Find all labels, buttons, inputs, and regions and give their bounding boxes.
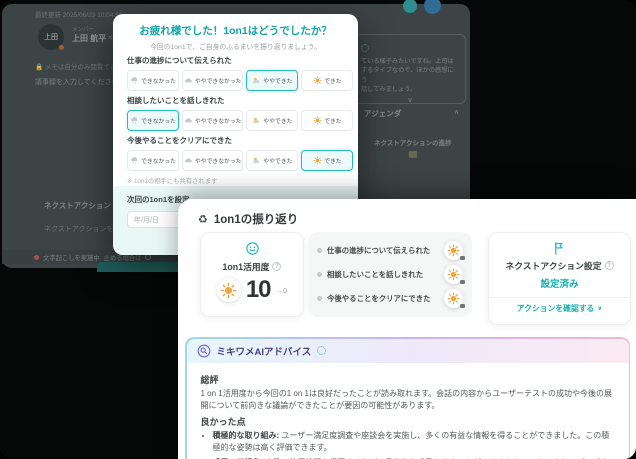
member-name: 上田 航平 [72,33,106,44]
option-dekinakatta[interactable]: できなかった [127,110,179,131]
option-yaya-dekita[interactable]: ややできた [246,70,298,91]
score-delta: →0 [276,286,288,295]
next-action-title: ネクストアクション設定 [505,259,601,272]
member-avatar: 上田 [38,24,64,50]
last-updated-text: 最終更新 2025/06/23 10:04:56 [35,9,122,19]
survey-question-1: 仕事の進捗について伝えられた できなかった ややできなかった ややできた できた [127,55,344,91]
screenshot-canvas: 最終更新 2025/06/23 10:04:56 上田 メンバー 上田 航平 ×… [0,0,636,459]
sun-icon [313,116,322,125]
ai-summary-heading: 総評 [201,373,615,386]
chevron-down-icon[interactable]: ∨ [361,96,459,104]
mikiwame-logo-icon [197,344,211,358]
sun-icon [313,156,322,165]
end-1on1-button[interactable] [97,262,189,272]
option-dekinakatta[interactable]: できなかった [127,70,179,91]
agenda-section-label: アジェンダ [364,108,401,119]
sun-cloud-icon [252,76,261,85]
checklist-row: 相談したいことを話しきれた [317,265,463,284]
score-value: 10 [246,276,271,304]
survey-subtitle: 今回の1on1で、ご自身のふるまいを振り返りましょう。 [113,41,358,51]
option-yaya-dekinakatta[interactable]: ややできなかった [182,150,243,171]
delta-badge [460,280,465,284]
flag-icon [552,241,567,256]
ai-summary-text: 1 on 1活用度から今回の1 on 1は良好だったことが読み取れます。会話の内… [201,388,615,413]
next-action-card: ネクストアクション設定 ? 設定済み アクションを確認する ∨ [488,232,631,325]
avatar [424,0,441,14]
recording-icon [34,255,39,260]
checklist-row: 今後やることをクリアにできた [317,289,463,308]
survey-question-2: 相談したいことを話しきれた できなかった ややできなかった ややできた できた [127,95,344,131]
delta-badge [460,256,465,260]
option-dekita[interactable]: できた [301,150,353,171]
score-card: 1on1活用度 ? 10 →0 [200,232,304,317]
ai-advice-header: ミキワメAIアドバイス [187,339,629,363]
confirm-actions-link[interactable]: アクションを確認する ∨ [517,303,602,314]
sun-icon [444,289,463,308]
score-label: 1on1活用度 [223,260,270,273]
smiley-icon [245,241,260,256]
reflection-panel: ♻ 1on1の振り返り 1on1活用度 ? 10 →0 仕事の進捗について伝えら… [178,199,636,459]
ai-advice-title: ミキワメAIアドバイス [217,344,312,358]
sun-cloud-icon [252,156,261,165]
next-action-progress-label: ネクストアクションの進捗 [374,137,451,147]
survey-title: お疲れ様でした！1on1はどうでしたか？ [113,23,358,38]
minutes-input[interactable]: 議事録を入力してください [35,77,119,87]
spinner-icon [361,44,369,52]
member-role-label: メンバー [72,25,94,33]
document-icon [408,150,418,159]
next-action-label: ネクストアクション [44,200,111,211]
bullet-dot-icon [317,296,322,301]
sun-icon [313,76,322,85]
bullet-dot-icon [317,272,322,277]
sun-cloud-icon [252,116,261,125]
ai-hint-card: ている様子みたいですね。上司は するタイプなので、ほかの感想にう 話してみましょ… [354,34,466,104]
cloud-icon [184,116,193,125]
ai-good-heading: 良かった点 [201,415,615,428]
rain-cloud-icon [130,156,139,165]
presence-dot [58,44,65,51]
cloud-icon [184,76,193,85]
rain-cloud-icon [130,76,139,85]
ai-good-points-list: 積極的な取り組み: ユーザー満足度調査や座談会を実施し、多くの有益な情報を得るこ… [201,430,615,459]
share-note: ※ 1on1の相手にも共有されます [127,176,217,185]
loading-spinner-icon [317,346,326,355]
option-yaya-dekita[interactable]: ややできた [246,150,298,171]
option-dekita[interactable]: できた [301,70,353,91]
option-dekinakatta[interactable]: できなかった [127,150,179,171]
divider [489,297,630,298]
option-dekita[interactable]: できた [301,110,353,131]
chevron-down-icon: ∨ [597,305,602,312]
ai-advice-card: ミキワメAIアドバイス 総評 1 on 1活用度から今回の1 on 1は良好だっ… [185,337,630,459]
panel-title: 1on1の振り返り [214,211,298,227]
option-yaya-dekinakatta[interactable]: ややできなかった [182,70,243,91]
sun-icon [217,278,241,302]
sun-icon [444,241,463,260]
option-yaya-dekita[interactable]: ややできた [246,110,298,131]
next-action-status: 設定済み [540,276,578,290]
delta-badge [460,304,465,308]
help-icon[interactable]: ? [605,261,614,270]
recycle-icon: ♻ [198,213,208,226]
help-icon[interactable]: ? [272,262,281,271]
close-icon[interactable]: × [108,33,113,42]
avatar [403,0,417,13]
survey-question-3: 今後やることをクリアにできた できなかった ややできなかった ややできた できた [127,135,344,171]
sun-icon [444,265,463,284]
chevron-up-icon[interactable]: ∧ [454,108,459,116]
list-item: 積極的な取り組み: ユーザー満足度調査や座談会を実施し、多くの有益な情報を得るこ… [213,430,615,454]
checklist-row: 仕事の進捗について伝えられた [317,241,463,260]
bullet-dot-icon [317,248,322,253]
cloud-icon [184,156,193,165]
option-yaya-dekinakatta[interactable]: ややできなかった [182,110,243,131]
rain-cloud-icon [130,116,139,125]
checklist-card: 仕事の進捗について伝えられた 相談したいことを話しきれた 今後やることをクリアに… [308,232,472,317]
